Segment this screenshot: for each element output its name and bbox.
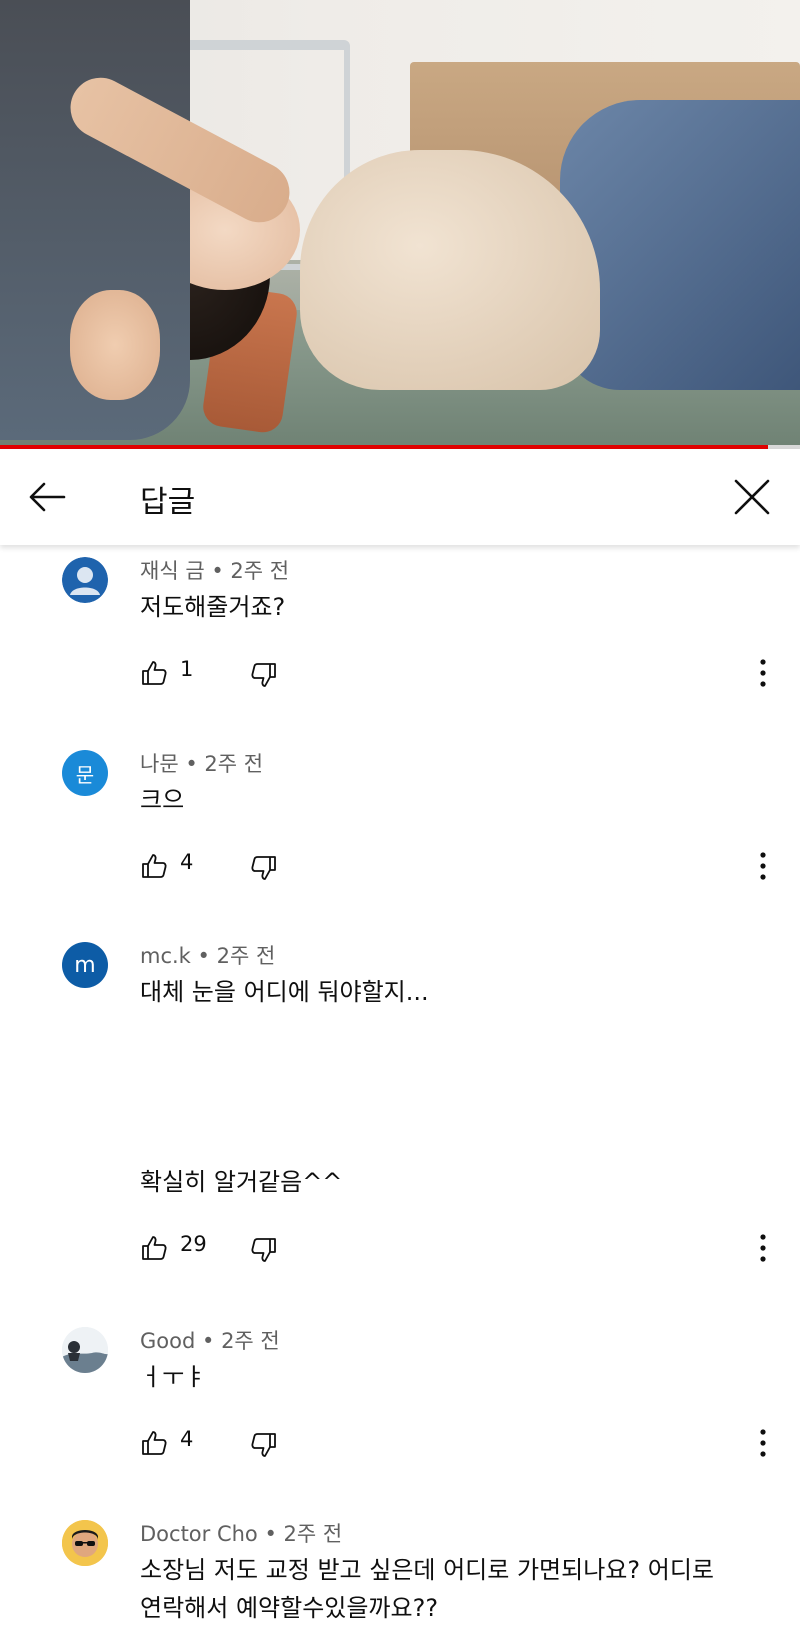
comment-text-line: 저도해줄거죠? [140,593,286,621]
avatar[interactable] [62,557,108,603]
comment-text: 저도해줄거죠? [140,588,760,626]
comment-author[interactable]: mc.k [140,944,191,968]
avatar[interactable] [62,1327,108,1373]
comment-meta: mc.k • 2주 전 [140,940,275,970]
comment-list[interactable]: 재식 금 • 2주 전 저도해줄거죠? 1 문 나문 • 2주 전 크으 4 m… [0,545,800,1631]
avatar[interactable]: m [62,942,108,988]
more-vert-icon[interactable] [755,850,771,882]
comment-text: 대체 눈을 어디에 둬야할지... 확실히 알거같음^^ [140,973,760,1201]
comment-meta: 재식 금 • 2주 전 [140,555,289,585]
avatar[interactable]: 문 [62,750,108,796]
separator: • [178,752,205,776]
thumbs-up-icon[interactable] [140,1429,168,1457]
comment-meta: Good • 2주 전 [140,1325,280,1355]
comment-text-line: 대체 눈을 어디에 둬야할지... [140,978,429,1006]
close-button[interactable] [730,475,774,519]
more-vert-icon[interactable] [755,657,771,689]
like-count: 1 [180,657,194,681]
comment-text-line: 확실히 알거같음^^ [140,1168,343,1196]
thumbs-down-icon[interactable] [250,661,278,689]
comment-text: 크으 [140,781,760,819]
comment-time: 2주 전 [230,559,290,583]
comment-author[interactable]: Doctor Cho [140,1522,258,1546]
thumbs-up-icon[interactable] [140,1234,168,1262]
comment-actions: 4 [140,848,780,884]
avatar-letter: 문 [75,762,95,787]
more-vert-icon[interactable] [755,1232,771,1264]
photo-person-icon [62,1520,108,1566]
default-person-icon [62,557,108,603]
comment-meta: 나문 • 2주 전 [140,748,263,778]
comment-actions: 4 [140,1425,780,1461]
comment-author[interactable]: 재식 금 [140,559,205,583]
comment-text-spacer [140,1011,760,1163]
thumbs-up-icon[interactable] [140,852,168,880]
separator: • [257,1522,284,1546]
more-vert-icon[interactable] [755,1427,771,1459]
back-button[interactable] [26,475,70,519]
photo-landscape-icon [62,1327,108,1373]
video-player[interactable] [0,0,800,448]
separator: • [204,559,231,583]
separator: • [190,944,217,968]
video-hand [70,290,160,400]
close-icon [734,479,770,515]
arrow-left-icon [29,482,66,512]
thumbs-up-icon[interactable] [140,659,168,687]
avatar[interactable] [62,1520,108,1566]
comment-time: 2주 전 [216,944,276,968]
comment-text-line: 크으 [140,786,185,814]
like-count: 29 [180,1232,207,1256]
comment-text-line: ㅓㅜㅑ [140,1363,207,1391]
thumbs-down-icon[interactable] [250,1431,278,1459]
like-count: 4 [180,1427,194,1451]
page-title: 답글 [140,485,196,520]
comment-actions: 29 [140,1230,780,1266]
comment-time: 2주 전 [221,1329,280,1353]
comment-author[interactable]: Good [140,1329,195,1353]
avatar-letter: m [74,952,96,978]
like-count: 4 [180,850,194,874]
comment-text: ㅓㅜㅑ [140,1358,760,1396]
comment-time: 2주 전 [204,752,264,776]
comment-text-line: 소장님 저도 교정 받고 싶은데 어디로 가면되나요? 어디로 연락해서 예약할… [140,1556,714,1622]
comment-author[interactable]: 나문 [140,752,179,776]
thumbs-down-icon[interactable] [250,1236,278,1264]
comment-text: 소장님 저도 교정 받고 싶은데 어디로 가면되나요? 어디로 연락해서 예약할… [140,1551,740,1627]
thumbs-down-icon[interactable] [250,854,278,882]
comment-meta: Doctor Cho • 2주 전 [140,1518,342,1548]
comment-time: 2주 전 [283,1522,343,1546]
separator: • [195,1329,222,1353]
comment-actions: 1 [140,655,780,691]
replies-header: 답글 [0,449,800,545]
